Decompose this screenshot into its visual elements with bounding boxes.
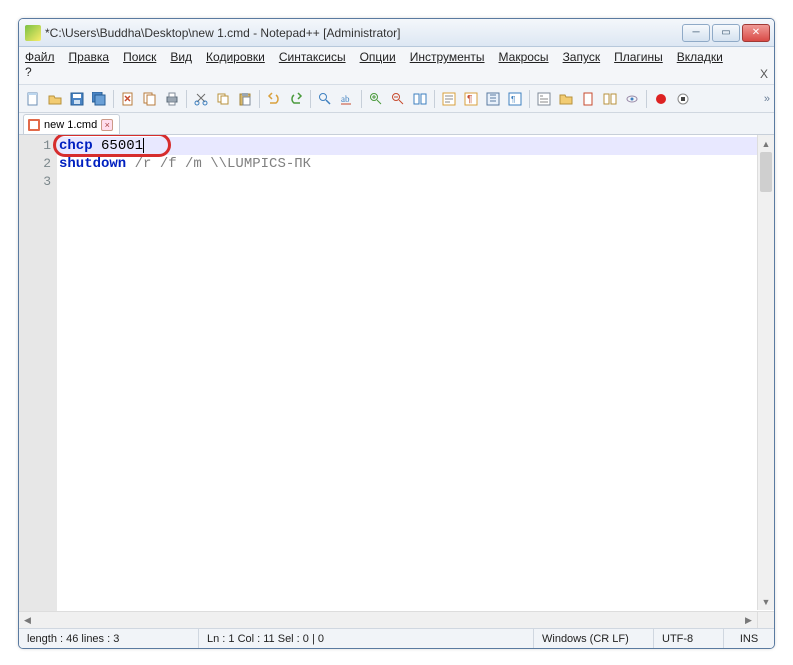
save-button[interactable] xyxy=(67,89,87,109)
cut-button[interactable] xyxy=(191,89,211,109)
save-all-button[interactable] xyxy=(89,89,109,109)
toolbar-separator xyxy=(113,90,114,108)
tab-close-x-icon[interactable]: X xyxy=(760,67,768,81)
status-length: length : 46 lines : 3 xyxy=(19,629,199,648)
line-number: 1 xyxy=(19,137,51,155)
new-file-button[interactable] xyxy=(23,89,43,109)
line-number: 2 xyxy=(19,155,51,173)
status-overwrite[interactable]: INS xyxy=(724,629,774,648)
toolbar-separator xyxy=(186,90,187,108)
file-tab[interactable]: new 1.cmd × xyxy=(23,114,120,134)
status-eol[interactable]: Windows (CR LF) xyxy=(534,629,654,648)
menu-options[interactable]: Опции xyxy=(358,49,398,65)
menu-search[interactable]: Поиск xyxy=(121,49,158,65)
close-file-button[interactable] xyxy=(118,89,138,109)
horizontal-scrollbar[interactable]: ◀ ▶ xyxy=(19,611,757,628)
print-button[interactable] xyxy=(162,89,182,109)
scroll-thumb[interactable] xyxy=(760,152,772,192)
paste-button[interactable] xyxy=(235,89,255,109)
macro-record-button[interactable] xyxy=(651,89,671,109)
sync-scroll-button[interactable] xyxy=(410,89,430,109)
tab-label: new 1.cmd xyxy=(44,119,97,131)
statusbar: length : 46 lines : 3 Ln : 1 Col : 11 Se… xyxy=(19,628,774,648)
redo-button[interactable] xyxy=(286,89,306,109)
menubar: Файл Правка Поиск Вид Кодировки Синтакси… xyxy=(19,47,774,85)
toolbar-separator xyxy=(259,90,260,108)
file-modified-icon xyxy=(28,119,40,131)
scroll-down-icon[interactable]: ▼ xyxy=(758,593,774,610)
find-button[interactable] xyxy=(315,89,335,109)
editor[interactable]: 1 2 3 chcp 65001 shutdown /r /f /m \\LUM… xyxy=(19,135,774,628)
tabbar: new 1.cmd × xyxy=(19,113,774,135)
undo-button[interactable] xyxy=(264,89,284,109)
scroll-left-icon[interactable]: ◀ xyxy=(19,612,36,628)
macro-stop-button[interactable] xyxy=(673,89,693,109)
menu-run[interactable]: Запуск xyxy=(561,49,603,65)
toolbar-separator xyxy=(434,90,435,108)
doc-list-button[interactable] xyxy=(600,89,620,109)
zoom-in-button[interactable] xyxy=(366,89,386,109)
menu-macros[interactable]: Макросы xyxy=(497,49,551,65)
menu-view[interactable]: Вид xyxy=(168,49,194,65)
close-all-button[interactable] xyxy=(140,89,160,109)
menu-tools[interactable]: Инструменты xyxy=(408,49,487,65)
open-file-button[interactable] xyxy=(45,89,65,109)
indent-guide-button[interactable] xyxy=(483,89,503,109)
menu-encoding[interactable]: Кодировки xyxy=(204,49,267,65)
function-list-button[interactable] xyxy=(534,89,554,109)
app-icon xyxy=(25,25,41,41)
menu-tabs[interactable]: Вкладки xyxy=(675,49,725,65)
toolbar-overflow-icon[interactable]: » xyxy=(764,93,770,105)
tab-close-button[interactable]: × xyxy=(101,119,113,131)
menu-plugins[interactable]: Плагины xyxy=(612,49,665,65)
toolbar-separator xyxy=(310,90,311,108)
code-line[interactable]: chcp 65001 xyxy=(57,137,774,155)
wrap-button[interactable] xyxy=(439,89,459,109)
replace-button[interactable]: ab xyxy=(337,89,357,109)
minimize-button[interactable]: ─ xyxy=(682,24,710,42)
toolbar-separator xyxy=(646,90,647,108)
scroll-right-icon[interactable]: ▶ xyxy=(740,612,757,628)
window-controls: ─ ▭ ✕ xyxy=(682,24,770,42)
whitespace-button[interactable]: ¶ xyxy=(461,89,481,109)
svg-text:¶: ¶ xyxy=(467,94,472,105)
language-button[interactable]: ¶ xyxy=(505,89,525,109)
code-area[interactable]: chcp 65001 shutdown /r /f /m \\LUMPICS-П… xyxy=(57,135,774,628)
doc-map-button[interactable] xyxy=(578,89,598,109)
zoom-out-button[interactable] xyxy=(388,89,408,109)
vertical-scrollbar[interactable]: ▲ ▼ xyxy=(757,135,774,610)
monitor-button[interactable] xyxy=(622,89,642,109)
status-encoding[interactable]: UTF-8 xyxy=(654,629,724,648)
close-window-button[interactable]: ✕ xyxy=(742,24,770,42)
line-gutter: 1 2 3 xyxy=(19,135,57,628)
code-line[interactable] xyxy=(57,173,774,191)
svg-text:¶: ¶ xyxy=(511,95,515,104)
titlebar: *C:\Users\Buddha\Desktop\new 1.cmd - Not… xyxy=(19,19,774,47)
maximize-button[interactable]: ▭ xyxy=(712,24,740,42)
folder-panel-button[interactable] xyxy=(556,89,576,109)
copy-button[interactable] xyxy=(213,89,233,109)
menu-edit[interactable]: Правка xyxy=(67,49,112,65)
status-position: Ln : 1 Col : 11 Sel : 0 | 0 xyxy=(199,629,534,648)
text-cursor xyxy=(143,138,144,153)
menu-file[interactable]: Файл xyxy=(23,49,57,65)
window-title: *C:\Users\Buddha\Desktop\new 1.cmd - Not… xyxy=(45,26,682,40)
app-window: *C:\Users\Buddha\Desktop\new 1.cmd - Not… xyxy=(18,18,775,649)
scroll-corner xyxy=(757,611,774,628)
toolbar-separator xyxy=(529,90,530,108)
svg-text:ab: ab xyxy=(341,94,350,104)
code-line[interactable]: shutdown /r /f /m \\LUMPICS-ПК xyxy=(57,155,774,173)
scroll-up-icon[interactable]: ▲ xyxy=(758,135,774,152)
toolbar: ab ¶ ¶ » xyxy=(19,85,774,113)
menu-syntax[interactable]: Синтаксисы xyxy=(277,49,348,65)
menu-help[interactable]: ? xyxy=(23,64,34,80)
toolbar-separator xyxy=(361,90,362,108)
line-number: 3 xyxy=(19,173,51,191)
